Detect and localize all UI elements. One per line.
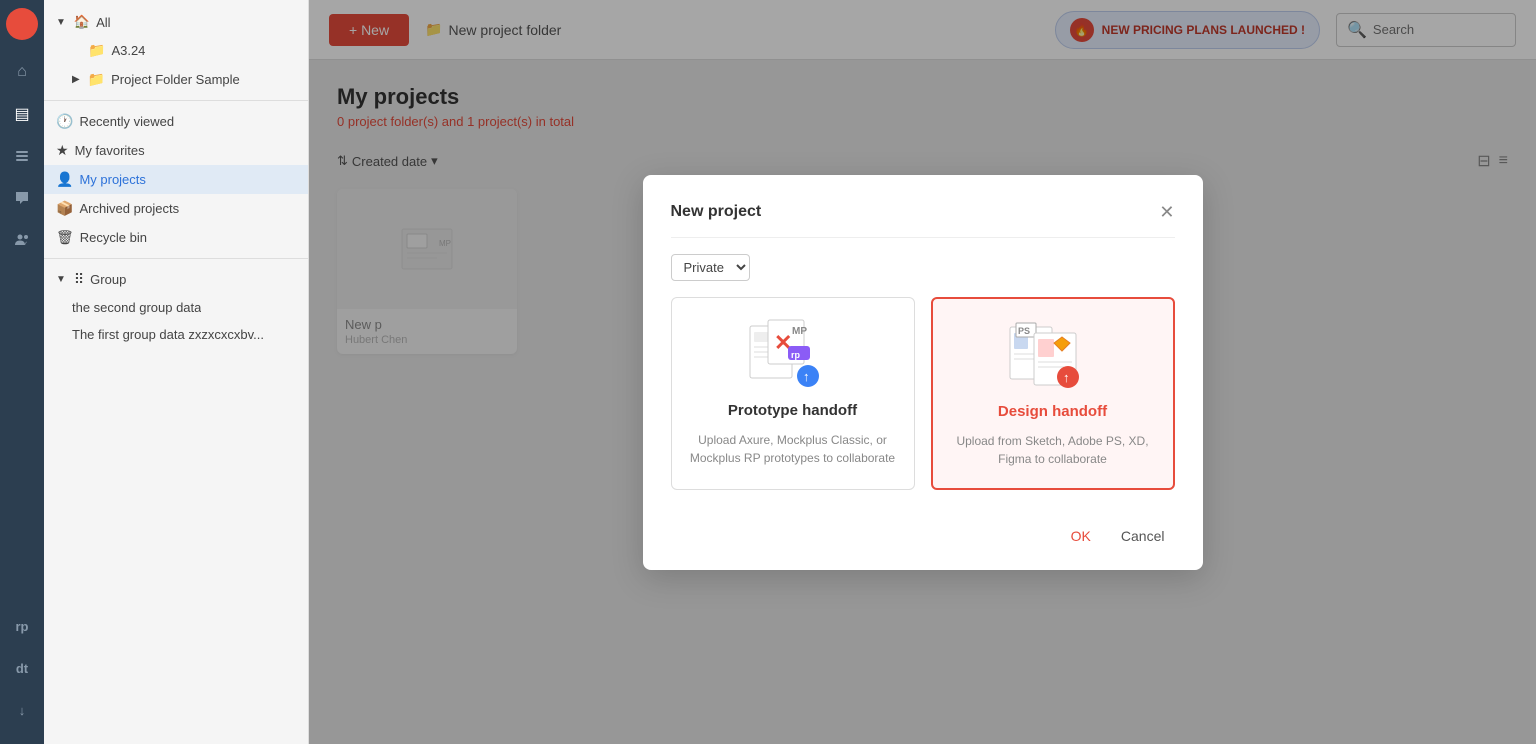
sidebar-favorites-label: My favorites <box>75 143 145 158</box>
svg-text:↑: ↑ <box>803 369 810 384</box>
sidebar-item-second-group[interactable]: the second group data <box>44 294 308 321</box>
main-area: + New 📁 New project folder 🔥 NEW PRICING… <box>309 0 1536 744</box>
sidebar-divider-2 <box>44 258 308 259</box>
privacy-select[interactable]: Private Public <box>671 254 750 281</box>
sidebar-item-first-group[interactable]: The first group data zxzxcxcxbv... <box>44 321 308 348</box>
prototype-handoff-card[interactable]: ✕ MP rp ↑ Prototype handoff Upload Axure… <box>671 297 915 490</box>
close-button[interactable]: ✕ <box>1159 203 1174 221</box>
dialog-divider <box>671 237 1175 238</box>
sidebar-recently-label: Recently viewed <box>79 114 174 129</box>
svg-text:rp: rp <box>791 350 801 360</box>
dialog-footer: OK Cancel <box>671 514 1175 550</box>
people-icon[interactable] <box>4 222 40 258</box>
user-icon: 👤 <box>56 171 73 188</box>
cancel-button[interactable]: Cancel <box>1111 522 1175 550</box>
chevron-right-icon: ▶ <box>72 74 80 85</box>
chevron-down-icon-group: ▼ <box>56 274 66 285</box>
sidebar-project-folder-label: Project Folder Sample <box>111 72 240 87</box>
sidebar: ▼ 🏠 All 📁 A3.24 ▶ 📁 Project Folder Sampl… <box>44 0 309 744</box>
sidebar-first-group-label: The first group data zxzxcxcxbv... <box>72 327 264 342</box>
prototype-icon: ✕ MP rp ↑ <box>748 318 838 390</box>
document-icon[interactable]: ▤ <box>4 96 40 132</box>
chat-icon[interactable] <box>4 180 40 216</box>
new-project-dialog: New project ✕ Private Public <box>643 175 1203 570</box>
layers-icon[interactable] <box>4 138 40 174</box>
privacy-selector: Private Public <box>671 254 1175 281</box>
dialog-header: New project ✕ <box>671 203 1175 221</box>
folder-icon: 📁 <box>88 71 105 88</box>
sidebar-item-my-favorites[interactable]: ★ My favorites <box>44 136 308 165</box>
folder-icon: 📁 <box>88 42 105 59</box>
rp-icon[interactable]: rp <box>4 608 40 644</box>
sidebar-item-a324[interactable]: 📁 A3.24 <box>44 36 308 65</box>
home-icon[interactable]: ⌂ <box>4 54 40 90</box>
project-type-grid: ✕ MP rp ↑ Prototype handoff Upload Axure… <box>671 297 1175 490</box>
sidebar-second-group-label: the second group data <box>72 300 201 315</box>
sidebar-archived-label: Archived projects <box>79 201 179 216</box>
chevron-down-icon: ▼ <box>56 17 66 28</box>
clock-icon: 🕐 <box>56 113 73 130</box>
archive-icon: 📦 <box>56 200 73 217</box>
svg-text:MP: MP <box>792 326 807 337</box>
ok-button[interactable]: OK <box>1061 522 1101 550</box>
sidebar-divider <box>44 100 308 101</box>
sidebar-item-project-folder[interactable]: ▶ 📁 Project Folder Sample <box>44 65 308 94</box>
trash-icon: 🗑 <box>56 229 74 246</box>
svg-text:↑: ↑ <box>1063 370 1070 385</box>
sidebar-item-my-projects[interactable]: 👤 My projects <box>44 165 308 194</box>
home-icon: 🏠 <box>74 14 90 30</box>
svg-text:PS: PS <box>1018 326 1030 336</box>
dt-icon[interactable]: dt <box>4 650 40 686</box>
design-icon: PS ↑ <box>1008 319 1098 391</box>
sidebar-item-archived[interactable]: 📦 Archived projects <box>44 194 308 223</box>
sidebar-item-all[interactable]: ▼ 🏠 All <box>44 8 308 36</box>
group-icon: ⠿ <box>74 271 84 288</box>
avatar[interactable] <box>6 8 38 40</box>
design-type-name: Design handoff <box>998 403 1107 420</box>
sidebar-item-recycle[interactable]: 🗑 Recycle bin <box>44 223 308 252</box>
modal-overlay[interactable]: New project ✕ Private Public <box>309 0 1536 744</box>
sidebar-group-label: Group <box>90 272 126 287</box>
sidebar-item-group[interactable]: ▼ ⠿ Group <box>44 265 308 294</box>
design-handoff-card[interactable]: PS ↑ Design hando <box>931 297 1175 490</box>
download-icon[interactable]: ↓ <box>4 692 40 728</box>
star-icon: ★ <box>56 142 69 159</box>
dialog-title: New project <box>671 203 762 221</box>
design-type-desc: Upload from Sketch, Adobe PS, XD, Figma … <box>949 432 1157 468</box>
sidebar-item-recently-viewed[interactable]: 🕐 Recently viewed <box>44 107 308 136</box>
prototype-type-name: Prototype handoff <box>728 402 857 419</box>
icon-bar: ⌂ ▤ rp dt ↓ <box>0 0 44 744</box>
sidebar-recycle-label: Recycle bin <box>80 230 147 245</box>
sidebar-myprojects-label: My projects <box>79 172 145 187</box>
prototype-type-desc: Upload Axure, Mockplus Classic, or Mockp… <box>688 431 898 467</box>
icon-bar-bottom: rp dt ↓ <box>4 608 40 736</box>
sidebar-folder-a324: A3.24 <box>111 43 145 58</box>
all-label: All <box>96 15 110 30</box>
